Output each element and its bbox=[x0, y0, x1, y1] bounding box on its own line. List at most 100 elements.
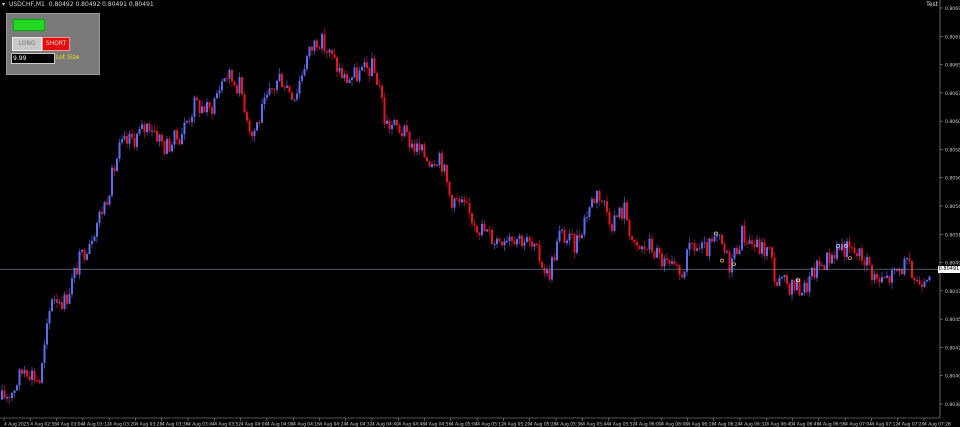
bull-candle bbox=[298, 80, 301, 94]
candlestick-chart[interactable]: 0.80695 0.80675 0.80650 0.80630 0.80605 0.805… bbox=[0, 0, 960, 427]
bull-candle bbox=[733, 247, 736, 259]
time-tick-label: 4 Aug 06:56 bbox=[819, 422, 846, 427]
bear-candle bbox=[878, 278, 881, 283]
bull-candle bbox=[171, 144, 173, 152]
bull-candle bbox=[583, 217, 586, 235]
bull-candle bbox=[183, 122, 186, 135]
bear-candle bbox=[376, 72, 378, 85]
time-tick-label: 4 Aug 03:20 bbox=[109, 422, 136, 427]
bull-candle bbox=[391, 125, 393, 130]
bull-candle bbox=[68, 294, 71, 304]
bear-candle bbox=[651, 238, 653, 252]
bull-candle bbox=[603, 201, 606, 203]
bear-candle bbox=[283, 87, 286, 89]
bull-candle bbox=[533, 243, 536, 247]
bull-candle bbox=[496, 238, 498, 244]
bull-candle bbox=[703, 242, 706, 244]
bull-candle bbox=[558, 230, 561, 242]
bear-candle bbox=[491, 229, 493, 245]
bear-candle bbox=[531, 241, 533, 247]
bear-candle bbox=[83, 249, 86, 260]
bull-candle bbox=[518, 235, 521, 239]
bear-candle bbox=[521, 235, 523, 246]
bear-candle bbox=[466, 202, 468, 204]
bear-candle bbox=[768, 247, 771, 249]
bull-candle bbox=[386, 120, 388, 124]
bull-candle bbox=[48, 311, 51, 324]
bull-candle bbox=[263, 97, 266, 104]
bull-candle bbox=[253, 130, 256, 137]
bear-candle bbox=[3, 390, 6, 399]
time-tick-label: 4 Aug 04:08 bbox=[267, 422, 294, 427]
bear-candle bbox=[901, 268, 903, 275]
bull-candle bbox=[551, 257, 553, 280]
bull-candle bbox=[781, 277, 783, 279]
bull-candle bbox=[108, 195, 111, 205]
bear-candle bbox=[833, 255, 836, 259]
bear-candle bbox=[608, 211, 611, 225]
bull-candle bbox=[303, 68, 306, 76]
bull-candle bbox=[708, 238, 711, 257]
bull-candle bbox=[826, 252, 828, 271]
bear-candle bbox=[758, 239, 761, 254]
bear-candle bbox=[168, 139, 171, 152]
price-tick-label: 0.80450 bbox=[945, 317, 960, 323]
bull-candle bbox=[403, 125, 406, 137]
time-tick-label: 4 Aug 03:36 bbox=[162, 422, 189, 427]
bear-candle bbox=[643, 246, 646, 250]
bear-candle bbox=[633, 239, 636, 243]
bull-candle bbox=[641, 246, 643, 249]
bull-candle bbox=[726, 251, 728, 253]
bear-candle bbox=[8, 397, 11, 399]
price-tick-label: 0.80470 bbox=[945, 289, 960, 295]
bull-candle bbox=[141, 124, 143, 130]
expert-advisor-label[interactable]: Test bbox=[926, 0, 938, 10]
bear-candle bbox=[38, 380, 41, 383]
bull-candle bbox=[43, 344, 46, 363]
bull-candle bbox=[411, 143, 413, 148]
bear-candle bbox=[456, 198, 458, 200]
bull-candle bbox=[313, 40, 316, 51]
bull-candle bbox=[138, 129, 141, 134]
bear-candle bbox=[536, 243, 538, 246]
bull-candle bbox=[928, 276, 931, 281]
bear-candle bbox=[106, 202, 108, 205]
bull-candle bbox=[91, 241, 93, 245]
bull-candle bbox=[86, 254, 88, 260]
bull-candle bbox=[166, 139, 168, 154]
bull-candle bbox=[841, 243, 843, 250]
bull-candle bbox=[596, 190, 598, 203]
bear-candle bbox=[918, 280, 921, 285]
bear-candle bbox=[448, 182, 451, 195]
bull-candle bbox=[556, 241, 558, 261]
chart-area[interactable]: 0.80695 0.80675 0.80650 0.80630 0.80605 0.805… bbox=[0, 0, 960, 427]
bear-candle bbox=[868, 257, 871, 265]
bull-candle bbox=[453, 198, 456, 208]
bear-candle bbox=[543, 267, 546, 274]
bull-candle bbox=[6, 397, 8, 399]
bull-candle bbox=[778, 277, 781, 286]
bear-candle bbox=[291, 92, 293, 100]
bull-candle bbox=[613, 215, 616, 231]
bull-candle bbox=[831, 255, 833, 264]
status-indicator-button[interactable] bbox=[13, 19, 45, 31]
bear-candle bbox=[631, 236, 633, 240]
price-tick-label: 0.80515 bbox=[945, 232, 960, 238]
bull-candle bbox=[293, 99, 296, 101]
bear-candle bbox=[571, 233, 573, 235]
time-tick-label: 4 Aug 05:12 bbox=[477, 422, 504, 427]
bull-candle bbox=[436, 164, 438, 166]
bear-candle bbox=[763, 242, 766, 256]
bear-candle bbox=[788, 283, 791, 295]
bear-candle bbox=[196, 97, 198, 101]
bear-candle bbox=[573, 233, 576, 253]
lot-size-input[interactable]: 9.99 bbox=[11, 53, 55, 64]
time-tick-label: 4 Aug 04:00 bbox=[241, 422, 268, 427]
bull-candle bbox=[41, 362, 43, 383]
bull-candle bbox=[173, 130, 176, 145]
long-button[interactable]: LONG bbox=[12, 37, 42, 51]
bull-candle bbox=[461, 199, 463, 203]
bear-candle bbox=[476, 225, 478, 233]
bear-candle bbox=[706, 242, 708, 257]
short-button[interactable]: SHORT bbox=[42, 37, 70, 51]
